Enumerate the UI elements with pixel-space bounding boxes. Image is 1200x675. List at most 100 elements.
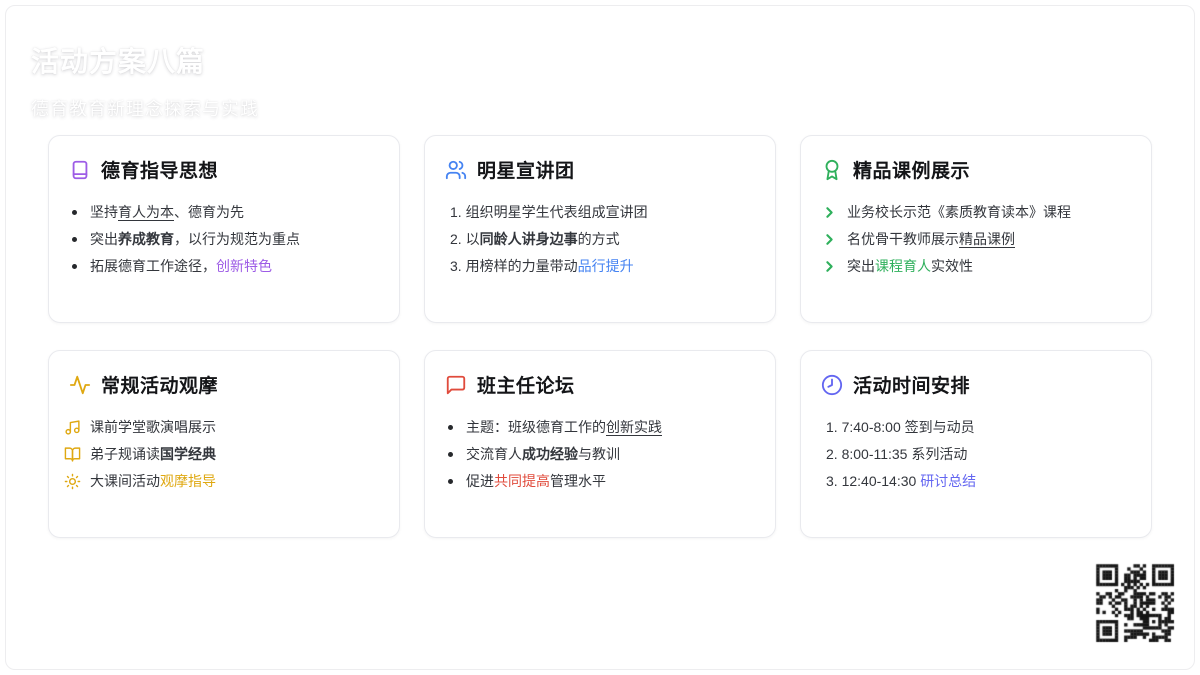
text-segment: 精品课例 [959,231,1015,247]
text-segment: 品行提升 [577,258,634,274]
list-item: 交流育人成功经验与教训 [445,444,755,465]
card-list: 坚持育人为本、德育为先突出养成教育，以行为规范为重点拓展德育工作途径，创新特色 [69,202,379,277]
text-segment: 1. 组织明星学生代表组成宣讲团 [450,204,648,220]
chevron-right-icon [821,204,838,221]
text-segment: 观摩指导 [160,473,216,489]
item-text: 课前学堂歌演唱展示 [90,417,216,438]
text-segment: 育人为本 [118,204,174,220]
text-segment: 1. 7:40-8:00 签到与动员 [826,419,975,435]
text-segment: 2. 以 [450,231,480,247]
card-header: 常规活动观摩 [69,371,379,398]
text-segment: 共同提高 [494,473,550,489]
item-text: 2. 以同龄人讲身边事的方式 [450,229,620,250]
list-item: 2. 以同龄人讲身边事的方式 [450,229,755,250]
card-moral-guidance-ideas: 德育指导思想 坚持育人为本、德育为先突出养成教育，以行为规范为重点拓展德育工作途… [48,135,400,323]
text-segment: 实效性 [931,258,973,274]
text-segment: 管理水平 [550,473,606,489]
music-icon [64,419,81,436]
qr-code [1093,561,1177,645]
card-list: 1. 7:40-8:00 签到与动员 2. 8:00-11:35 系列活动 3. 1… [821,417,1131,492]
book-icon [69,159,91,181]
list-item: 促进共同提高管理水平 [445,471,755,492]
list-item: 弟子规诵读国学经典 [64,444,379,465]
item-text: 促进共同提高管理水平 [466,471,606,492]
text-segment: 养成教育 [118,231,174,247]
text-segment: 2. 8:00-11:35 系列活动 [826,446,968,462]
list-item: 拓展德育工作途径，创新特色 [69,256,379,277]
card-activity-schedule: 活动时间安排 1. 7:40-8:00 签到与动员 2. 8:00-11:35 系… [800,350,1152,538]
card-header: 班主任论坛 [445,371,755,398]
text-segment: ，以行为规范为重点 [174,231,300,247]
text-segment: 同龄人讲身边事 [479,231,578,247]
text-segment: 弟子规诵读 [90,446,160,462]
text-segment: 拓展德育工作途径， [90,258,216,274]
card-regular-activity-observation: 常规活动观摩 课前学堂歌演唱展示弟子规诵读国学经典 大课间活动观摩指导 [48,350,400,538]
card-list: 课前学堂歌演唱展示弟子规诵读国学经典 大课间活动观摩指导 [64,417,379,492]
text-segment: 突出 [90,231,118,247]
card-header: 明星宣讲团 [445,156,755,183]
item-text: 弟子规诵读国学经典 [90,444,216,465]
text-segment: 3. 用榜样的力量带动 [450,258,578,274]
item-text: 业务校长示范《素质教育读本》课程 [847,202,1071,223]
text-segment: 创新实践 [606,419,662,435]
card-title: 精品课例展示 [853,161,971,182]
item-text: 大课间活动观摩指导 [90,471,216,492]
activity-icon [69,374,91,396]
card-header: 活动时间安排 [821,371,1131,398]
text-segment: 交流育人 [466,446,522,462]
text-segment: 3. 12:40-14:30 [826,473,921,489]
text-segment: 与教训 [578,446,620,462]
item-text: 突出养成教育，以行为规范为重点 [90,229,300,250]
item-text: 3. 用榜样的力量带动品行提升 [450,256,634,277]
item-text: 2. 8:00-11:35 系列活动 [826,444,967,465]
bullet-dot [448,452,453,457]
text-segment: 、德育为先 [174,204,244,220]
card-list: 业务校长示范《素质教育读本》课程 名优骨干教师展示精品课例 突出课程育人实效性 [821,202,1131,277]
bullet-dot [72,210,77,215]
bullet-dot [72,237,77,242]
item-text: 坚持育人为本、德育为先 [90,202,244,223]
list-item: 1. 组织明星学生代表组成宣讲团 [450,202,755,223]
list-item: 业务校长示范《素质教育读本》课程 [821,202,1131,223]
text-segment: 课程育人 [875,258,931,274]
card-list: 1. 组织明星学生代表组成宣讲团 2. 以同龄人讲身边事的方式 3. 用榜样的力量带… [445,202,755,277]
text-segment: 坚持 [90,204,118,220]
item-text: 1. 7:40-8:00 签到与动员 [826,417,975,438]
card-title: 常规活动观摩 [101,376,219,397]
card-header: 德育指导思想 [69,156,379,183]
text-segment: 创新特色 [216,258,272,274]
item-text: 突出课程育人实效性 [847,256,973,277]
users-icon [445,159,467,181]
chevron-right-icon [821,258,838,275]
page-title: 活动方案八篇 [31,46,206,77]
text-segment: 的方式 [577,231,620,247]
card-list: 主题：班级德育工作的创新实践 交流育人成功经验与教训 促进共同提高管理水平 [445,417,755,492]
card-title: 班主任论坛 [477,376,575,397]
card-quality-lesson-show: 精品课例展示 业务校长示范《素质教育读本》课程 名优骨干教师展示精品课例 突出课程育… [800,135,1152,323]
item-text: 主题：班级德育工作的创新实践 [466,417,662,438]
cards-grid: 德育指导思想 坚持育人为本、德育为先突出养成教育，以行为规范为重点拓展德育工作途… [48,135,1152,538]
book-open-icon [64,446,81,463]
text-segment: 课前学堂歌演唱展示 [90,419,216,435]
list-item: 坚持育人为本、德育为先 [69,202,379,223]
text-segment: 促进 [466,473,494,489]
card-header: 精品课例展示 [821,156,1131,183]
slide-header: 活动方案八篇 德育教育新理念探索与实践 [31,40,259,121]
card-title: 德育指导思想 [101,161,219,182]
list-item: 主题：班级德育工作的创新实践 [445,417,755,438]
list-item: 课前学堂歌演唱展示 [64,417,379,438]
card-head-teacher-forum: 班主任论坛 主题：班级德育工作的创新实践 交流育人成功经验与教训 促进共同提高管理水… [424,350,776,538]
text-segment: 主题：班级德育工作的 [466,419,606,435]
list-item: 3. 用榜样的力量带动品行提升 [450,256,755,277]
item-text: 交流育人成功经验与教训 [466,444,620,465]
bullet-dot [72,264,77,269]
list-item: 1. 7:40-8:00 签到与动员 [826,417,1131,438]
sun-icon [64,473,81,490]
bullet-dot [448,425,453,430]
list-item: 名优骨干教师展示精品课例 [821,229,1131,250]
list-item: 突出养成教育，以行为规范为重点 [69,229,379,250]
card-title: 活动时间安排 [853,376,971,397]
item-text: 名优骨干教师展示精品课例 [847,229,1015,250]
text-segment: 名优骨干教师展示 [847,231,959,247]
list-item: 3. 12:40-14:30 研讨总结 [826,471,1131,492]
